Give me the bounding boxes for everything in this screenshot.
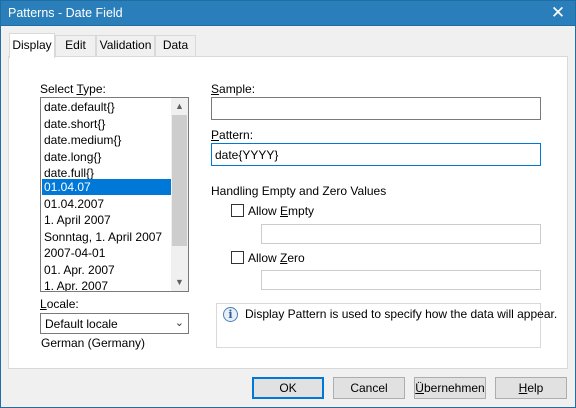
select-type-listbox[interactable]: date.default{} date.short{} date.medium{…	[40, 97, 189, 292]
scroll-down-arrow-icon[interactable]: ▼	[171, 274, 188, 291]
help-button[interactable]: Help	[495, 377, 567, 399]
list-item[interactable]: 1. April 2007	[42, 212, 171, 229]
list-item-selected[interactable]: 01.04.07	[42, 179, 171, 195]
info-box: i Display Pattern is used to specify how…	[216, 303, 557, 348]
allow-empty-field[interactable]	[261, 224, 541, 244]
sample-label: Sample:	[211, 82, 256, 96]
locale-select-value: Default locale	[45, 317, 118, 331]
list-item[interactable]: 01. Apr. 2007	[42, 262, 171, 279]
ok-button[interactable]: OK	[252, 377, 324, 399]
chevron-down-icon: ⌄	[174, 317, 184, 329]
allow-empty-checkbox[interactable]	[231, 204, 244, 217]
allow-zero-checkbox[interactable]	[231, 251, 244, 264]
list-item[interactable]: date.default{}	[42, 99, 171, 116]
handling-title: Handling Empty and Zero Values	[211, 184, 387, 198]
locale-select[interactable]: Default locale ⌄	[40, 313, 189, 334]
listbox-scrollbar[interactable]: ▲ ▼	[171, 98, 188, 291]
list-item[interactable]: 2007-04-01	[42, 245, 171, 262]
list-item[interactable]: 1. Apr. 2007	[42, 278, 171, 291]
list-item[interactable]: date.long{}	[42, 149, 171, 166]
select-type-label: Select Type:	[40, 82, 106, 96]
allow-empty-label[interactable]: Allow Empty	[248, 204, 314, 218]
list-item[interactable]: date.medium{}	[42, 132, 171, 149]
info-text: Display Pattern is used to specify how t…	[245, 307, 558, 321]
allow-zero-label[interactable]: Allow Zero	[248, 251, 305, 265]
cancel-button[interactable]: Cancel	[333, 377, 405, 399]
scroll-up-arrow-icon[interactable]: ▲	[171, 98, 188, 115]
list-item[interactable]: Sonntag, 1. April 2007	[42, 229, 171, 246]
locale-description: German (Germany)	[41, 336, 146, 350]
locale-label: Locale:	[40, 297, 79, 311]
list-item[interactable]: 01.04.2007	[42, 196, 171, 213]
apply-button[interactable]: Übernehmen	[414, 377, 486, 399]
pattern-label: Pattern:	[211, 128, 254, 142]
info-icon: i	[223, 307, 238, 322]
sample-field[interactable]	[211, 97, 541, 120]
list-item[interactable]: date.short{}	[42, 116, 171, 133]
pattern-value: date{YYYY}	[215, 148, 279, 162]
allow-zero-field[interactable]	[261, 270, 541, 290]
scroll-thumb[interactable]	[172, 115, 187, 246]
pattern-field[interactable]: date{YYYY}	[211, 143, 541, 166]
